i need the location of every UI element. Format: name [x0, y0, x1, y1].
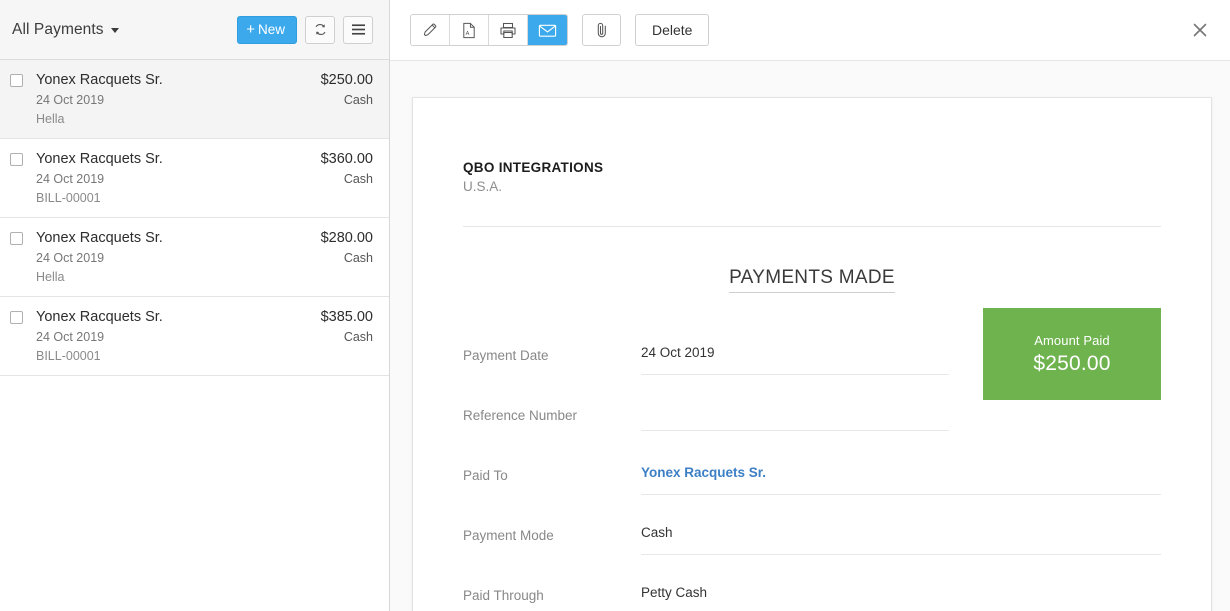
row-checkbox[interactable]	[10, 153, 23, 166]
toolbar-action-group: A	[410, 14, 568, 46]
edit-button[interactable]	[411, 15, 450, 45]
organization-name: QBO INTEGRATIONS	[463, 160, 1161, 175]
field-label: Paid To	[463, 465, 641, 483]
field-row-payment-date: Payment Date 24 Oct 2019	[463, 345, 1161, 389]
field-value-paid-through: Petty Cash	[641, 585, 1161, 611]
row-checkbox[interactable]	[10, 232, 23, 245]
all-payments-filter-dropdown[interactable]: All Payments	[12, 21, 119, 39]
payment-reference: Hella	[36, 112, 373, 126]
payment-reference: BILL-00001	[36, 191, 373, 205]
payment-amount: $360.00	[321, 151, 373, 167]
list-item-primary-row: Yonex Racquets Sr. $385.00	[36, 309, 373, 325]
vendor-name: Yonex Racquets Sr.	[36, 309, 163, 325]
print-button[interactable]	[489, 15, 528, 45]
list-filter-label: All Payments	[12, 21, 104, 39]
payment-mode: Cash	[344, 330, 373, 344]
vendor-name: Yonex Racquets Sr.	[36, 151, 163, 167]
paperclip-icon	[594, 21, 610, 39]
list-item[interactable]: Yonex Racquets Sr. $385.00 24 Oct 2019 C…	[0, 297, 389, 376]
field-row-payment-mode: Payment Mode Cash	[463, 525, 1161, 569]
field-value-reference-number	[641, 405, 949, 431]
list-item-secondary-row: 24 Oct 2019 Cash	[36, 172, 373, 186]
field-label: Payment Date	[463, 345, 641, 363]
field-row-paid-through: Paid Through Petty Cash	[463, 585, 1161, 611]
field-row-reference-number: Reference Number	[463, 405, 1161, 449]
payment-fields: Amount Paid $250.00 Payment Date 24 Oct …	[463, 345, 1161, 611]
refresh-icon	[313, 22, 328, 37]
chevron-down-icon	[111, 28, 119, 33]
payment-date: 24 Oct 2019	[36, 93, 104, 107]
payment-mode: Cash	[344, 251, 373, 265]
field-value-payment-mode: Cash	[641, 525, 1161, 555]
payments-list: Yonex Racquets Sr. $250.00 24 Oct 2019 C…	[0, 60, 389, 376]
payment-amount: $280.00	[321, 230, 373, 246]
list-item-secondary-row: 24 Oct 2019 Cash	[36, 330, 373, 344]
new-button-label: New	[258, 23, 285, 37]
list-header: All Payments + New	[0, 0, 389, 60]
field-label: Reference Number	[463, 405, 641, 423]
payment-amount: $385.00	[321, 309, 373, 325]
vendor-name: Yonex Racquets Sr.	[36, 72, 163, 88]
page-title: PAYMENTS MADE	[729, 267, 895, 293]
document-scroll-area[interactable]: QBO INTEGRATIONS U.S.A. PAYMENTS MADE Am…	[390, 61, 1230, 611]
attachment-button[interactable]	[582, 14, 621, 46]
payment-document-card: QBO INTEGRATIONS U.S.A. PAYMENTS MADE Am…	[412, 97, 1212, 611]
list-header-actions: + New	[237, 16, 373, 44]
refresh-button[interactable]	[305, 16, 335, 44]
list-item-primary-row: Yonex Racquets Sr. $250.00	[36, 72, 373, 88]
payment-amount: $250.00	[321, 72, 373, 88]
payment-mode: Cash	[344, 93, 373, 107]
payment-detail-panel: A	[390, 0, 1230, 611]
payment-mode: Cash	[344, 172, 373, 186]
field-label: Paid Through	[463, 585, 641, 603]
pdf-file-icon: A	[461, 22, 477, 39]
row-checkbox[interactable]	[10, 74, 23, 87]
list-item-secondary-row: 24 Oct 2019 Cash	[36, 93, 373, 107]
field-label: Payment Mode	[463, 525, 641, 543]
list-item-primary-row: Yonex Racquets Sr. $280.00	[36, 230, 373, 246]
list-item[interactable]: Yonex Racquets Sr. $360.00 24 Oct 2019 C…	[0, 139, 389, 218]
document-title-wrapper: PAYMENTS MADE	[463, 267, 1161, 293]
list-item-secondary-row: 24 Oct 2019 Cash	[36, 251, 373, 265]
pencil-icon	[422, 22, 439, 39]
field-value-paid-to[interactable]: Yonex Racquets Sr.	[641, 465, 1161, 495]
printer-icon	[499, 22, 517, 39]
payment-reference: BILL-00001	[36, 349, 373, 363]
close-detail-button[interactable]	[1186, 16, 1214, 44]
delete-button[interactable]: Delete	[635, 14, 709, 46]
download-pdf-button[interactable]: A	[450, 15, 489, 45]
list-item[interactable]: Yonex Racquets Sr. $250.00 24 Oct 2019 C…	[0, 60, 389, 139]
payment-date: 24 Oct 2019	[36, 330, 104, 344]
close-icon	[1191, 21, 1209, 39]
hamburger-menu-icon	[351, 23, 366, 36]
email-button[interactable]	[528, 15, 567, 45]
payments-list-panel: All Payments + New	[0, 0, 390, 611]
svg-text:A: A	[466, 30, 470, 36]
header-divider	[463, 226, 1161, 227]
field-value-payment-date: 24 Oct 2019	[641, 345, 949, 375]
list-options-menu-button[interactable]	[343, 16, 373, 44]
field-row-paid-to: Paid To Yonex Racquets Sr.	[463, 465, 1161, 509]
list-item[interactable]: Yonex Racquets Sr. $280.00 24 Oct 2019 C…	[0, 218, 389, 297]
row-checkbox[interactable]	[10, 311, 23, 324]
payment-date: 24 Oct 2019	[36, 172, 104, 186]
detail-toolbar: A	[390, 0, 1230, 61]
envelope-icon	[538, 23, 557, 38]
organization-country: U.S.A.	[463, 179, 1161, 194]
payment-reference: Hella	[36, 270, 373, 284]
vendor-name: Yonex Racquets Sr.	[36, 230, 163, 246]
payment-date: 24 Oct 2019	[36, 251, 104, 265]
new-payment-button[interactable]: + New	[237, 16, 297, 44]
list-item-primary-row: Yonex Racquets Sr. $360.00	[36, 151, 373, 167]
payments-app: All Payments + New	[0, 0, 1230, 611]
plus-icon: +	[246, 22, 255, 37]
